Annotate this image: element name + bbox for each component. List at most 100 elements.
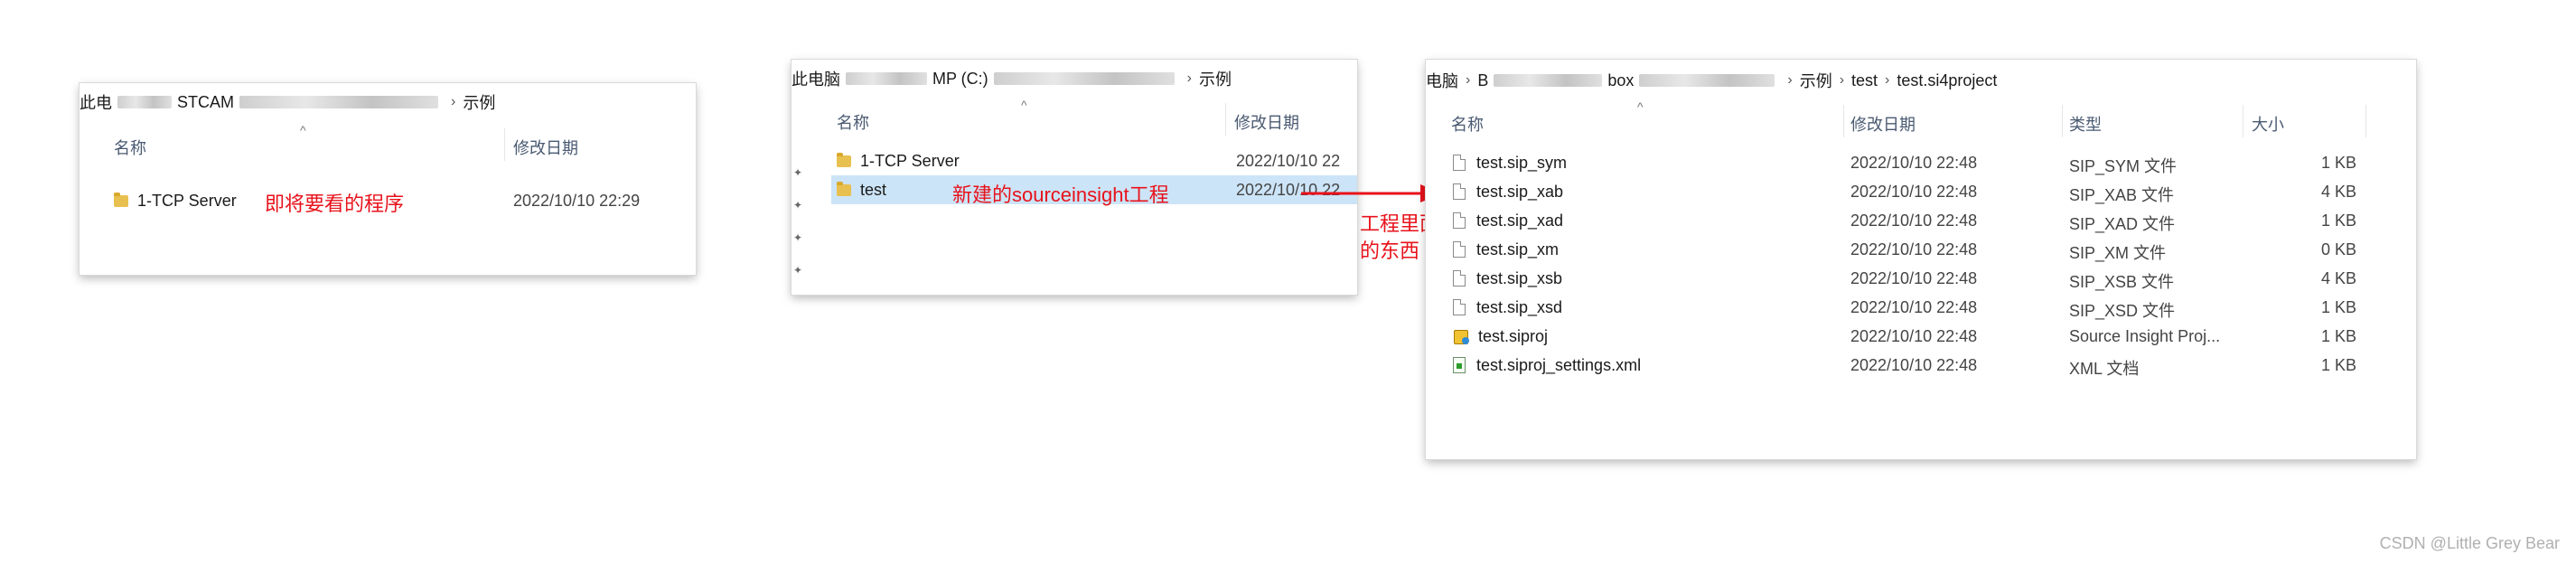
file-size: 0 KB xyxy=(2320,240,2356,258)
breadcrumb-segment[interactable]: 此电 xyxy=(80,90,112,114)
column-divider[interactable] xyxy=(1843,105,1844,137)
file-type: SIP_XSB 文件 xyxy=(2069,273,2175,291)
breadcrumb-segment[interactable]: test.si4project xyxy=(1897,71,1997,90)
file-name: test.sip_xad xyxy=(1476,211,1564,230)
file-icon xyxy=(1453,241,1466,258)
redacted-path xyxy=(846,72,927,85)
breadcrumb[interactable]: 此电 STCAM › 示例 xyxy=(80,90,495,114)
file-name: test.siproj_settings.xml xyxy=(1476,355,1642,374)
sort-caret-up-icon: ^ xyxy=(300,123,306,137)
file-icon xyxy=(1453,183,1466,200)
chevron-right-icon: › xyxy=(1839,72,1845,88)
list-item[interactable]: 1-TCP Server xyxy=(114,186,237,215)
breadcrumb[interactable]: 电脑 › B box › 示例 › test › test.si4project xyxy=(1426,69,1997,92)
file-name: test.sip_xsd xyxy=(1476,297,1563,316)
annotation-label: 新建的sourceinsight工程 xyxy=(952,183,1169,206)
modified-date: 2022/10/10 22:48 xyxy=(1850,327,1978,345)
breadcrumb-segment[interactable]: B xyxy=(1477,71,1488,90)
column-divider[interactable] xyxy=(1225,103,1226,136)
column-header-date[interactable]: 修改日期 xyxy=(1234,110,1299,134)
file-name: test xyxy=(860,180,887,199)
explorer-window-3: 电脑 › B box › 示例 › test › test.si4project… xyxy=(1426,60,2416,459)
file-type: SIP_XM 文件 xyxy=(2069,244,2167,262)
breadcrumb-segment[interactable]: 示例 xyxy=(1199,67,1232,90)
pin-icon: ✦ xyxy=(793,231,803,244)
pin-icon: ✦ xyxy=(793,166,803,179)
breadcrumb-segment[interactable]: MP (C:) xyxy=(932,70,988,89)
folder-icon xyxy=(837,181,851,196)
modified-date: 2022/10/10 22:48 xyxy=(1850,154,1978,172)
file-icon xyxy=(1453,212,1466,229)
file-size: 1 KB xyxy=(2320,212,2356,230)
column-header-name[interactable]: 名称 xyxy=(1451,112,1484,136)
file-name: 1-TCP Server xyxy=(860,151,960,170)
redacted-path xyxy=(993,72,1175,85)
file-type: XML 文档 xyxy=(2069,360,2140,378)
file-icon xyxy=(1453,155,1466,171)
chevron-right-icon: › xyxy=(451,94,456,109)
file-size: 1 KB xyxy=(2320,298,2356,316)
column-header-name[interactable]: 名称 xyxy=(114,136,146,159)
xml-file-icon xyxy=(1453,357,1466,373)
column-divider[interactable] xyxy=(2062,105,2063,137)
table-row[interactable]: test.sip_xm xyxy=(1453,235,1559,264)
column-header-size[interactable]: 大小 xyxy=(2252,112,2284,136)
file-type: Source Insight Proj... xyxy=(2069,327,2221,345)
file-name: test.sip_xab xyxy=(1476,182,1564,201)
annotation-label: 即将要看的程序 xyxy=(265,193,405,215)
file-type: SIP_SYM 文件 xyxy=(2069,157,2178,175)
sort-caret-up-icon: ^ xyxy=(1021,98,1027,112)
modified-date: 2022/10/10 22:48 xyxy=(1850,212,1978,230)
file-icon xyxy=(1453,270,1466,287)
redacted-path xyxy=(1494,74,1603,87)
table-row[interactable]: test.sip_sym xyxy=(1453,148,1567,177)
breadcrumb-segment[interactable]: 示例 xyxy=(463,90,495,114)
file-type: SIP_XSD 文件 xyxy=(2069,302,2176,320)
chevron-right-icon: › xyxy=(1466,72,1471,88)
file-name: 1-TCP Server xyxy=(137,191,237,210)
modified-date: 2022/10/10 22:48 xyxy=(1850,240,1978,258)
redacted-path xyxy=(117,96,172,108)
table-row[interactable]: test.sip_xsb xyxy=(1453,264,1562,293)
file-name: test.sip_sym xyxy=(1476,153,1568,172)
breadcrumb-segment[interactable]: test xyxy=(1851,71,1878,90)
table-row[interactable]: test.siproj_settings.xml xyxy=(1453,351,1641,380)
table-row[interactable]: test.sip_xad xyxy=(1453,206,1563,235)
column-header-date[interactable]: 修改日期 xyxy=(1850,112,1916,136)
breadcrumb-segment[interactable]: STCAM xyxy=(177,93,234,112)
column-header-type[interactable]: 类型 xyxy=(2069,112,2102,136)
breadcrumb-segment[interactable]: 示例 xyxy=(1800,69,1832,92)
column-header-date[interactable]: 修改日期 xyxy=(513,136,578,159)
file-icon xyxy=(1453,299,1466,315)
file-type: SIP_XAD 文件 xyxy=(2069,215,2176,233)
file-name: test.sip_xm xyxy=(1476,240,1560,258)
explorer-window-1: 此电 STCAM › 示例 ^ 名称 修改日期 1-TCP Server 202… xyxy=(80,83,696,275)
file-size: 1 KB xyxy=(2320,356,2356,374)
pin-icon: ✦ xyxy=(793,264,803,277)
breadcrumb-segment[interactable]: 电脑 xyxy=(1426,69,1458,92)
table-row[interactable]: test.siproj xyxy=(1453,322,1548,351)
file-size: 4 KB xyxy=(2320,269,2356,287)
table-row[interactable]: test.sip_xab xyxy=(1453,177,1563,206)
breadcrumb-segment[interactable]: box xyxy=(1607,71,1634,90)
modified-date: 2022/10/10 22 xyxy=(1236,152,1341,170)
sort-caret-up-icon: ^ xyxy=(1637,99,1644,114)
file-name: test.siproj xyxy=(1478,326,1549,345)
breadcrumb-segment[interactable]: 此电脑 xyxy=(792,67,840,90)
file-name: test.sip_xsb xyxy=(1476,268,1563,287)
folder-icon xyxy=(114,192,128,207)
chevron-right-icon: › xyxy=(1186,70,1192,86)
column-divider[interactable] xyxy=(504,128,505,161)
modified-date: 2022/10/10 22:48 xyxy=(1850,298,1978,316)
table-row[interactable]: test.sip_xsd xyxy=(1453,293,1562,322)
file-type: SIP_XAB 文件 xyxy=(2069,186,2175,204)
list-item-selected[interactable]: test xyxy=(837,175,886,204)
column-divider[interactable] xyxy=(2365,105,2366,137)
file-size: 4 KB xyxy=(2320,183,2356,201)
breadcrumb[interactable]: 此电脑 MP (C:) › 示例 xyxy=(792,67,1232,90)
file-size: 1 KB xyxy=(2320,327,2356,345)
modified-date: 2022/10/10 22:48 xyxy=(1850,269,1978,287)
column-header-name[interactable]: 名称 xyxy=(837,110,869,134)
list-item[interactable]: 1-TCP Server xyxy=(837,146,960,175)
redacted-path xyxy=(239,96,438,108)
